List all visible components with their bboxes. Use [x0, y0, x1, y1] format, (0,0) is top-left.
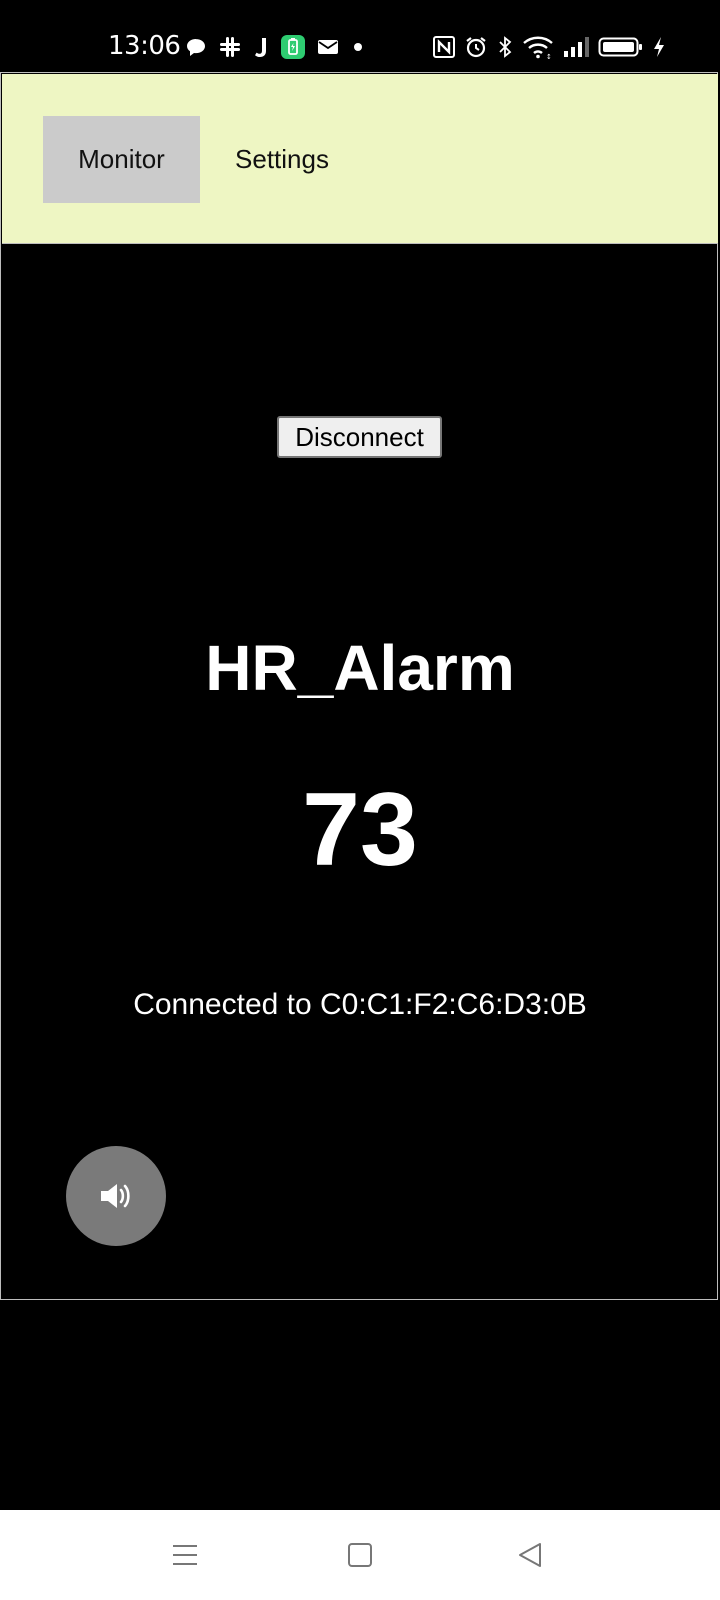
signal-icon	[564, 37, 589, 57]
battery-app-icon	[281, 35, 305, 59]
charging-icon	[654, 37, 664, 57]
alarm-icon	[466, 37, 486, 58]
slack-icon	[220, 37, 240, 57]
connection-status: Connected to C0:C1:F2:C6:D3:0B	[133, 988, 587, 1021]
j-app-icon	[255, 38, 266, 57]
tab-monitor[interactable]: Monitor	[43, 116, 200, 203]
wifi-icon: ↕	[523, 36, 553, 59]
bluetooth-icon	[499, 36, 512, 58]
disconnect-button[interactable]: Disconnect	[277, 416, 442, 458]
nfc-icon	[433, 36, 455, 58]
heart-rate-value: 73	[302, 772, 418, 888]
system-nav-bar	[0, 1510, 720, 1600]
sound-toggle-button[interactable]	[66, 1146, 166, 1246]
notification-icons	[184, 30, 366, 64]
mail-icon	[318, 40, 338, 54]
tab-settings[interactable]: Settings	[212, 116, 352, 203]
speaker-icon	[101, 1184, 130, 1208]
status-bar: 13:06 ↕	[0, 0, 720, 72]
home-icon	[348, 1543, 372, 1567]
status-time: 13:06	[108, 31, 181, 61]
svg-text:↕: ↕	[546, 53, 552, 59]
home-button[interactable]	[335, 1530, 385, 1580]
top-nav: Monitor Settings	[2, 74, 718, 244]
battery-icon	[598, 37, 642, 57]
chat-bubble-icon	[187, 39, 205, 56]
menu-button[interactable]	[160, 1530, 210, 1580]
device-name: HR_Alarm	[205, 632, 515, 704]
menu-icon	[173, 1545, 197, 1565]
back-button[interactable]	[505, 1530, 555, 1580]
back-icon	[519, 1543, 541, 1567]
dot-icon	[354, 43, 362, 51]
system-status-icons: ↕	[432, 30, 666, 64]
